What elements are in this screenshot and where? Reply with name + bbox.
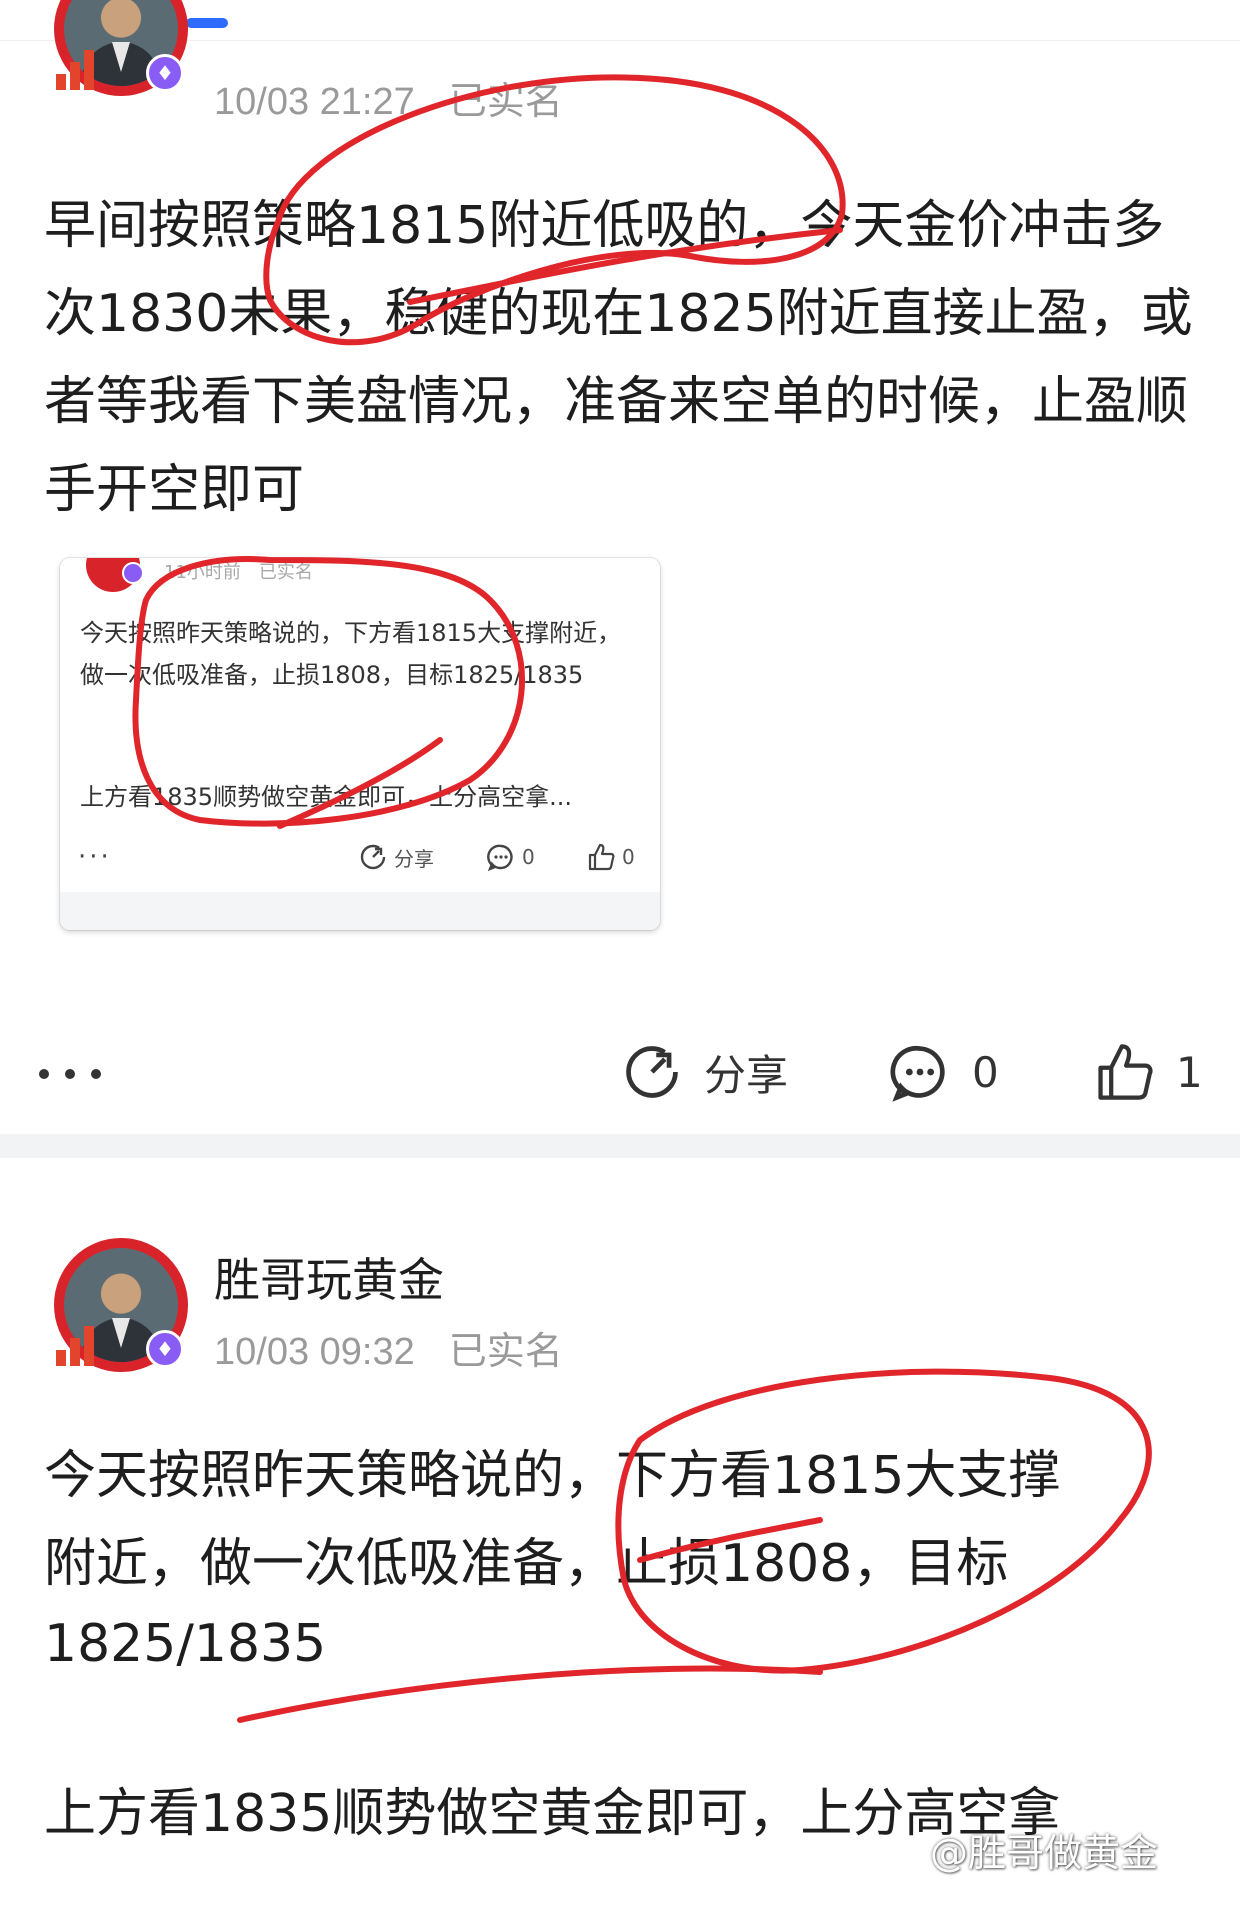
quoted-meta: 11小时前 已实名 [164, 558, 313, 584]
post-text-line: 今天按照昨天策略说的，下方看1815大支撑 [44, 1446, 1061, 1506]
comment-icon [890, 1045, 945, 1102]
quoted-share-label: 分享 [394, 846, 434, 871]
author-avatar[interactable]: ♦ [54, 0, 188, 96]
post-timestamp: 10/03 09:32 [214, 1331, 415, 1373]
post-text-line: 1825/1835 [44, 1614, 327, 1674]
post-text-line: 附近，做一次低吸准备，止损1808，目标 [44, 1534, 1009, 1594]
verified-badge-icon [122, 562, 144, 584]
quoted-comment-count: 0 [522, 845, 535, 869]
quoted-share-button[interactable]: 分享 [358, 842, 434, 872]
like-button[interactable]: 1 [1092, 1040, 1203, 1104]
like-icon [1098, 1044, 1153, 1100]
post-action-bar: 分享 0 1 [0, 1020, 1240, 1120]
post-meta: 10/03 21:27 已实名 [214, 70, 563, 125]
tab-indicator [186, 18, 228, 28]
verified-badge-icon: ♦ [146, 54, 184, 92]
quoted-verified-label: 已实名 [258, 562, 313, 583]
post-meta: 10/03 09:32 已实名 [214, 1320, 563, 1375]
watermark: @胜哥做黄金 [930, 1831, 1159, 1875]
quoted-post-card[interactable]: 11小时前 已实名 今天按照昨天策略说的，下方看1815大支撑附近，做一次低吸准备… [60, 558, 660, 930]
quoted-action-bar: ··· 分享 0 0 [60, 832, 660, 888]
post-timestamp: 10/03 21:27 [214, 81, 415, 123]
quoted-card-footer [60, 892, 660, 930]
verified-badge-icon: ♦ [146, 1330, 184, 1368]
comment-count: 0 [972, 1047, 999, 1097]
quoted-time: 11小时前 [164, 562, 241, 583]
verified-label: 已实名 [448, 1331, 563, 1373]
quoted-text: 今天按照昨天策略说的，下方看1815大支撑附近，做一次低吸准备，止损1808，目… [80, 619, 622, 689]
more-icon [39, 1069, 101, 1079]
share-icon [360, 844, 386, 870]
quoted-more-button[interactable]: ··· [78, 842, 112, 872]
author-avatar[interactable]: ♦ [54, 1238, 188, 1372]
post-text: 早间按照策略1815附近低吸的，今天金价冲击多次1830未果，稳健的现在1825… [44, 196, 1193, 520]
like-count: 1 [1176, 1047, 1203, 1097]
quoted-comment-button[interactable]: 0 [486, 842, 535, 872]
author-name[interactable]: 胜哥玩黄金 [214, 1244, 444, 1310]
quoted-avatar [86, 558, 144, 592]
quoted-like-button[interactable]: 0 [586, 842, 635, 872]
quoted-text-continued: 上方看1835顺势做空黄金即可，上分高空拿... [80, 783, 572, 811]
comment-button[interactable]: 0 [888, 1040, 999, 1104]
comment-icon [487, 844, 513, 872]
share-button[interactable]: 分享 [620, 1040, 788, 1104]
quoted-like-count: 0 [622, 845, 635, 869]
verified-label: 已实名 [448, 81, 563, 123]
more-button[interactable] [36, 1048, 106, 1092]
share-icon [626, 1046, 678, 1098]
share-label: 分享 [704, 1050, 789, 1100]
section-divider [0, 1134, 1240, 1158]
like-icon [588, 843, 615, 871]
